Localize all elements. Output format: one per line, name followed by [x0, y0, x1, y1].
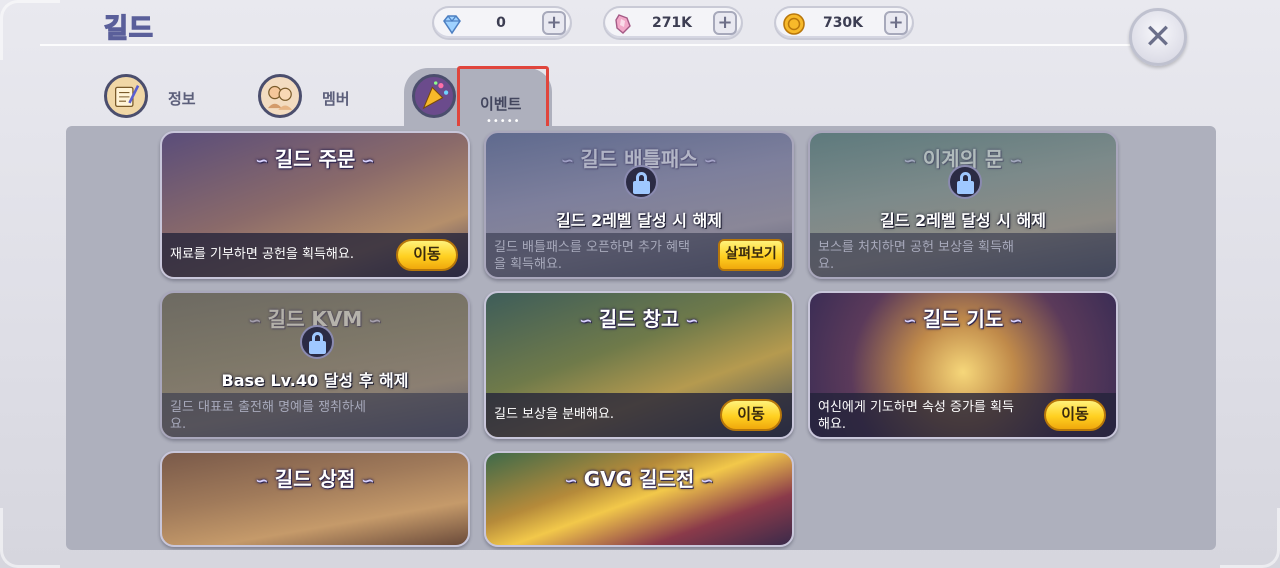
close-icon: ✕ [1143, 17, 1173, 57]
card-description-bar: 길드 대표로 출전해 명예를 쟁취하세요. [162, 393, 468, 437]
members-icon [258, 74, 302, 118]
event-panel: ∽ 길드 주문 ∽ 재료를 기부하면 공헌을 획득해요. 이동 ∽ 길드 배틀패스 ∽ … [66, 126, 1216, 550]
lock-icon [300, 325, 334, 359]
title-ornament-icon: ∽ [685, 311, 699, 330]
title-ornament-icon: ∽ [700, 471, 714, 490]
card-gvg-guild-war[interactable]: ∽ GVG 길드전 ∽ [484, 451, 794, 547]
card-description: 길드 보상을 분배해요. [494, 407, 615, 422]
tab-event-icon-holder [412, 70, 460, 126]
page-title: 길드 [103, 13, 154, 45]
currency-crystal: 271K + [603, 6, 743, 40]
card-otherworld-gate[interactable]: ∽ 이계의 문 ∽ 길드 2레벨 달성 시 해제 보스를 처치하면 공헌 보상을 획… [808, 131, 1118, 279]
title-ornament-icon: ∽ [361, 471, 375, 490]
card-description: 여신에게 기도하면 속성 증가를 획득해요. [818, 400, 1014, 432]
title-ornament-icon: ∽ [368, 311, 382, 330]
currency-gold: 730K + [774, 6, 914, 40]
title-ornament-icon: ∽ [903, 311, 917, 330]
card-title-text: 길드 창고 [598, 307, 680, 331]
title-ornament-icon: ∽ [255, 151, 269, 170]
card-guild-kvm[interactable]: ∽ 길드 KVM ∽ Base Lv.40 달성 후 해제 길드 대표로 출전해 명… [160, 291, 470, 439]
frame-ornament [0, 0, 60, 60]
currency-value: 0 [496, 15, 506, 31]
frame-ornament [0, 508, 60, 568]
add-crystal-button[interactable]: + [713, 11, 737, 35]
tab-label: 멤버 [322, 90, 350, 108]
go-button[interactable]: 이동 [1044, 399, 1106, 431]
card-title-text: 길드 상점 [274, 467, 356, 491]
close-button[interactable]: ✕ [1129, 8, 1187, 66]
unlock-condition: 길드 2레벨 달성 시 해제 [556, 211, 722, 230]
tab-label: 정보 [168, 90, 196, 108]
title-ornament-icon: ∽ [564, 471, 578, 490]
card-guild-battlepass[interactable]: ∽ 길드 배틀패스 ∽ 길드 2레벨 달성 시 해제 길드 배틀패스를 오픈하면 추… [484, 131, 794, 279]
card-description-bar: 재료를 기부하면 공헌을 획득해요. 이동 [162, 233, 468, 277]
card-title: ∽ 길드 기도 ∽ [810, 303, 1116, 332]
card-title-text: 길드 기도 [922, 307, 1004, 331]
go-button[interactable]: 이동 [720, 399, 782, 431]
currency-value: 730K [822, 15, 864, 31]
add-diamond-button[interactable]: + [542, 11, 566, 35]
gold-coin-icon [783, 13, 805, 35]
card-description-bar: 보스를 처치하면 공헌 보상을 획득해요. [810, 233, 1116, 277]
guild-screen: 길드 0 + 271K + 730K + ✕ 정보 멤버 이벤트 ••••• ∽… [0, 0, 1280, 568]
title-ornament-icon: ∽ [1009, 311, 1023, 330]
card-title: ∽ 길드 주문 ∽ [162, 143, 468, 172]
currency-diamond: 0 + [432, 6, 572, 40]
card-title-text: 길드 주문 [274, 147, 356, 171]
card-title-text: GVG 길드전 [583, 467, 695, 491]
tab-label: 이벤트 [480, 95, 522, 113]
diamond-icon [443, 15, 461, 35]
add-gold-button[interactable]: + [884, 11, 908, 35]
title-ornament-icon: ∽ [579, 311, 593, 330]
card-description: 재료를 기부하면 공헌을 획득해요. [170, 247, 354, 262]
card-title: ∽ 길드 상점 ∽ [162, 463, 468, 492]
title-ornament-icon: ∽ [255, 471, 269, 490]
title-ornament-icon: ∽ [903, 151, 917, 170]
currency-value: 271K [651, 15, 693, 31]
lock-icon [624, 165, 658, 199]
card-title: ∽ GVG 길드전 ∽ [486, 463, 792, 492]
card-guild-storage[interactable]: ∽ 길드 창고 ∽ 길드 보상을 분배해요. 이동 [484, 291, 794, 439]
tab-event[interactable]: 이벤트 ••••• [457, 66, 549, 134]
card-guild-prayer[interactable]: ∽ 길드 기도 ∽ 여신에게 기도하면 속성 증가를 획득해요. 이동 [808, 291, 1118, 439]
card-description: 길드 대표로 출전해 명예를 쟁취하세요. [170, 400, 366, 432]
tab-members[interactable]: 멤버 [258, 70, 378, 126]
card-description: 길드 배틀패스를 오픈하면 추가 혜택을 획득해요. [494, 240, 690, 272]
card-description-bar: 여신에게 기도하면 속성 증가를 획득해요. 이동 [810, 393, 1116, 437]
title-ornament-icon: ∽ [703, 151, 718, 170]
unlock-condition: 길드 2레벨 달성 시 해제 [880, 211, 1046, 230]
party-popper-icon [412, 74, 456, 118]
header-divider [40, 44, 1170, 46]
frame-ornament [1220, 508, 1280, 568]
card-guild-order[interactable]: ∽ 길드 주문 ∽ 재료를 기부하면 공헌을 획득해요. 이동 [160, 131, 470, 279]
lock-icon [948, 165, 982, 199]
crystal-icon [615, 14, 631, 34]
go-button[interactable]: 이동 [396, 239, 458, 271]
card-description-bar: 길드 배틀패스를 오픈하면 추가 혜택을 획득해요. 살펴보기 [486, 233, 792, 277]
card-description: 보스를 처치하면 공헌 보상을 획득해요. [818, 240, 1014, 272]
title-ornament-icon: ∽ [1009, 151, 1023, 170]
title-ornament-icon: ∽ [248, 311, 262, 330]
card-guild-shop[interactable]: ∽ 길드 상점 ∽ [160, 451, 470, 547]
card-title: ∽ 길드 창고 ∽ [486, 303, 792, 332]
scroll-quill-icon [104, 74, 148, 118]
tab-info[interactable]: 정보 [104, 70, 224, 126]
card-description-bar: 길드 보상을 분배해요. 이동 [486, 393, 792, 437]
view-button[interactable]: 살펴보기 [718, 239, 784, 271]
title-ornament-icon: ∽ [361, 151, 375, 170]
unlock-condition: Base Lv.40 달성 후 해제 [221, 371, 409, 390]
title-ornament-icon: ∽ [560, 151, 575, 170]
